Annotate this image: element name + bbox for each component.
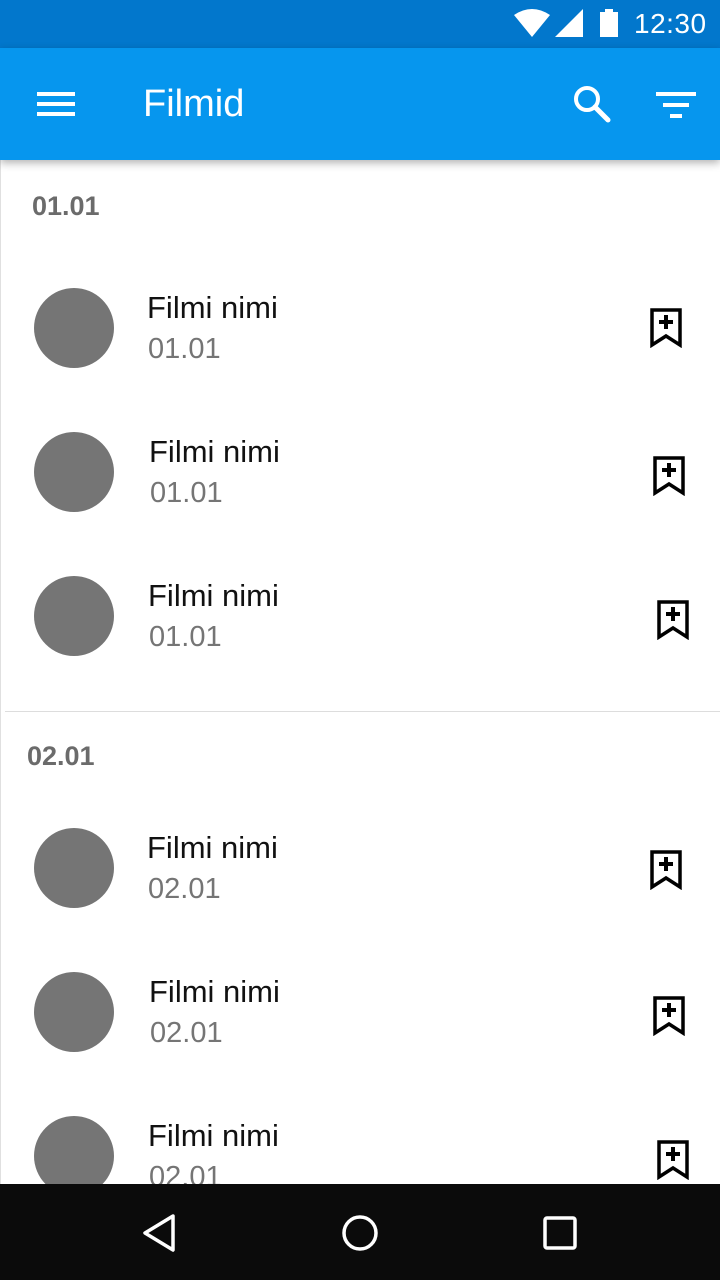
item-subtitle: 02.01: [148, 873, 221, 905]
avatar: [34, 1116, 114, 1184]
bookmark-add-icon[interactable]: [653, 996, 685, 1036]
list-item[interactable]: Filmi nimi 02.01: [1, 1116, 720, 1184]
bookmark-add-icon[interactable]: [650, 308, 682, 348]
app-screen: 12:30 Filmid 01.01 Filmi nimi 01.01 Film…: [0, 0, 720, 1280]
back-icon[interactable]: [140, 1213, 180, 1253]
bookmark-add-icon[interactable]: [657, 600, 689, 640]
item-title: Filmi nimi: [148, 1118, 279, 1153]
status-time: 12:30: [634, 8, 707, 39]
item-title: Filmi nimi: [149, 974, 280, 1009]
list-item[interactable]: Filmi nimi 02.01: [1, 828, 720, 938]
item-subtitle: 01.01: [150, 477, 223, 509]
section-divider: [5, 711, 720, 712]
avatar: [34, 576, 114, 656]
list-item[interactable]: Filmi nimi 01.01: [1, 576, 720, 686]
movie-list[interactable]: 01.01 Filmi nimi 01.01 Filmi nimi 01.01: [0, 160, 720, 1184]
avatar: [34, 432, 114, 512]
search-icon[interactable]: [572, 84, 612, 124]
list-item[interactable]: Filmi nimi 01.01: [1, 288, 720, 398]
status-bar: 12:30: [0, 0, 720, 48]
home-icon[interactable]: [340, 1213, 380, 1253]
navigation-bar: [0, 1184, 720, 1280]
menu-icon[interactable]: [37, 90, 75, 118]
app-bar: Filmid: [0, 48, 720, 160]
avatar: [34, 828, 114, 908]
section-header: 02.01: [27, 741, 95, 771]
bookmark-add-icon[interactable]: [653, 456, 685, 496]
page-title: Filmid: [143, 83, 245, 125]
item-title: Filmi nimi: [148, 578, 279, 613]
recent-apps-icon[interactable]: [540, 1213, 580, 1253]
avatar: [34, 288, 114, 368]
item-subtitle: 02.01: [150, 1017, 223, 1049]
bookmark-add-icon[interactable]: [657, 1140, 689, 1180]
item-title: Filmi nimi: [149, 434, 280, 469]
filter-icon[interactable]: [656, 90, 696, 120]
cell-signal-icon: [555, 9, 583, 37]
battery-icon: [600, 9, 618, 37]
item-subtitle: 01.01: [148, 333, 221, 365]
list-item[interactable]: Filmi nimi 02.01: [1, 972, 720, 1082]
item-title: Filmi nimi: [147, 830, 278, 865]
item-title: Filmi nimi: [147, 290, 278, 325]
bookmark-add-icon[interactable]: [650, 850, 682, 890]
wifi-icon: [514, 9, 550, 37]
section-header: 01.01: [32, 191, 100, 221]
list-item[interactable]: Filmi nimi 01.01: [1, 432, 720, 542]
item-subtitle: 02.01: [149, 1161, 222, 1184]
item-subtitle: 01.01: [149, 621, 222, 653]
avatar: [34, 972, 114, 1052]
